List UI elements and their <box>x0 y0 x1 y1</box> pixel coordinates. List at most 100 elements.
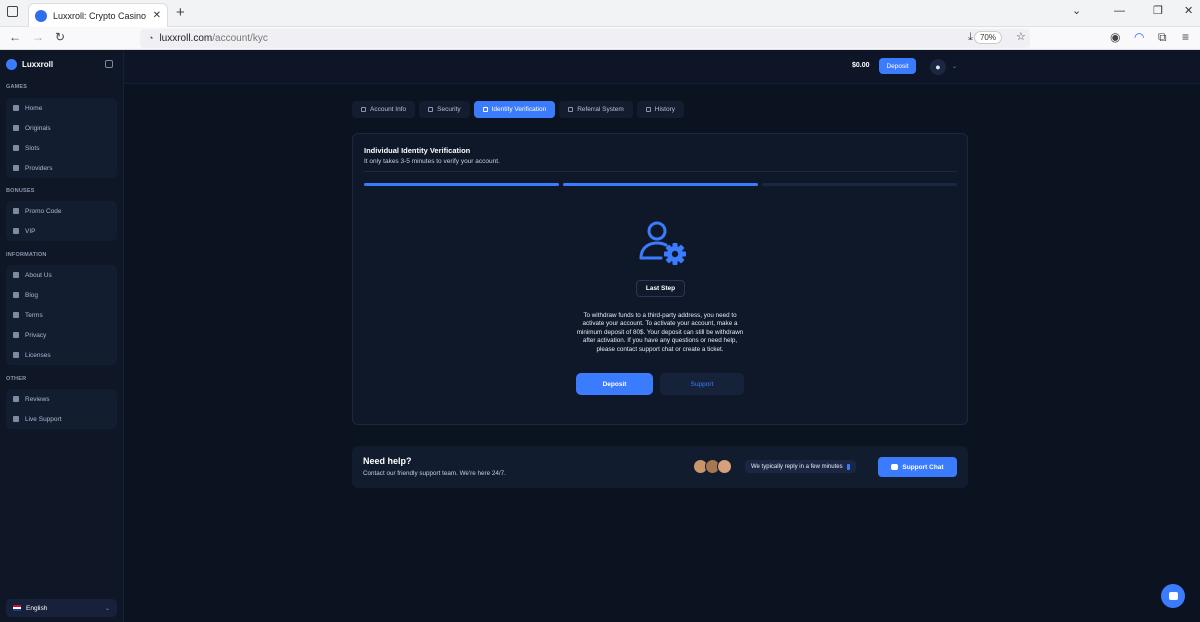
site-info-icon[interactable]: ◔ <box>148 34 153 43</box>
tab-account-info[interactable]: Account Info <box>352 101 416 118</box>
progress-steps <box>364 183 957 186</box>
tab-label: Account Info <box>370 106 407 113</box>
sidebar-item-reviews[interactable]: Reviews <box>6 389 117 409</box>
sidebar-item-label: Home <box>25 104 43 112</box>
crown-icon <box>13 228 19 234</box>
new-tab-icon[interactable]: + <box>176 5 185 20</box>
sidebar-item-label: Reviews <box>25 395 50 403</box>
sidebar-item-promo-code[interactable]: Promo Code <box>6 201 117 221</box>
menu-icon[interactable]: ≡ <box>1182 31 1189 43</box>
headset-icon <box>13 416 19 422</box>
support-avatars <box>693 459 732 474</box>
chevron-down-icon[interactable]: ⌄ <box>952 63 957 70</box>
back-icon[interactable]: ← <box>9 31 21 43</box>
sidebar-item-label: Slots <box>25 144 40 152</box>
user-settings-icon <box>639 221 686 265</box>
avatar[interactable]: ● <box>930 59 946 75</box>
zoom-indicator[interactable]: 70% <box>973 31 1002 44</box>
extension-icon[interactable]: ◠ <box>1134 31 1144 43</box>
flame-icon <box>13 125 19 131</box>
tab-label: Security <box>437 106 461 113</box>
section-label-games: GAMES <box>6 84 28 90</box>
sidebar-item-label: Terms <box>25 311 43 319</box>
header-deposit-button[interactable]: Deposit <box>879 58 916 74</box>
browser-tab[interactable]: Luxxroll: Crypto Casino Games ✕ <box>28 3 168 27</box>
forward-icon[interactable]: → <box>32 31 44 43</box>
sidebar-item-slots[interactable]: Slots <box>6 138 117 158</box>
sidebar-item-licenses[interactable]: Licenses <box>6 345 117 365</box>
sidebar-item-originals[interactable]: Originals <box>6 118 117 138</box>
sidebar-item-home[interactable]: Home <box>6 98 117 118</box>
bookmark-star-icon[interactable]: ☆ <box>1016 32 1026 43</box>
sidebar-item-label: VIP <box>25 227 36 235</box>
ticket-icon <box>13 208 19 214</box>
brand-name: Luxxroll <box>22 60 54 69</box>
live-chat-fab[interactable] <box>1161 584 1185 608</box>
download-icon[interactable]: ⤓ <box>968 32 973 43</box>
sidebar-group-information: About Us Blog Terms Privacy Licenses <box>6 265 117 365</box>
kyc-title: Individual Identity Verification <box>364 146 471 155</box>
tab-label: History <box>654 106 676 113</box>
minimize-icon[interactable]: — <box>1114 6 1125 17</box>
sidebar-item-privacy[interactable]: Privacy <box>6 325 117 345</box>
sidebar-item-label: Promo Code <box>25 207 62 215</box>
language-label: English <box>26 604 48 612</box>
deposit-button[interactable]: Deposit <box>576 373 653 395</box>
language-select[interactable]: English ⌄ <box>6 599 117 617</box>
sidebar-item-label: About Us <box>25 271 52 279</box>
sidebar-group-other: Reviews Live Support <box>6 389 117 429</box>
sidebar-item-label: Blog <box>25 291 39 299</box>
tab-label: Referral System <box>577 106 624 113</box>
kyc-subtitle: It only takes 3-5 minutes to verify your… <box>364 158 500 165</box>
chat-icon <box>13 396 19 402</box>
url-path: /account/kyc <box>212 33 268 44</box>
progress-step-2 <box>563 183 758 186</box>
tab-title: Luxxroll: Crypto Casino Games <box>53 10 147 21</box>
sidebar-item-vip[interactable]: VIP <box>6 221 117 241</box>
tab-history[interactable]: History <box>636 101 685 118</box>
tab-identity-verification[interactable]: Identity Verification <box>473 101 556 118</box>
close-window-icon[interactable]: ✕ <box>1184 6 1193 17</box>
tab-list-icon[interactable] <box>7 6 18 17</box>
support-chat-button[interactable]: Support Chat <box>878 457 957 477</box>
avatar <box>717 459 732 474</box>
divider <box>364 171 957 172</box>
balance: $0.00 <box>852 62 870 69</box>
sidebar-item-providers[interactable]: Providers <box>6 158 117 178</box>
browser-tab-bar: Luxxroll: Crypto Casino Games ✕ + ⌄ — ❐ … <box>0 0 1200 27</box>
tab-overflow-icon[interactable]: ⌄ <box>1072 6 1081 17</box>
sidebar-item-about-us[interactable]: About Us <box>6 265 117 285</box>
info-icon <box>13 272 19 278</box>
top-header: $0.00 Deposit ● ⌄ <box>124 50 1200 84</box>
tab-security[interactable]: Security <box>419 101 470 118</box>
support-button[interactable]: Support <box>660 373 744 395</box>
support-chat-label: Support Chat <box>902 463 944 471</box>
sidebar-item-label: Licenses <box>25 351 51 359</box>
shield-icon <box>428 107 434 112</box>
progress-step-1 <box>364 183 559 186</box>
account-icon[interactable]: ◉ <box>1110 31 1120 43</box>
lock-icon <box>13 332 19 338</box>
sidebar-item-label: Originals <box>25 124 51 132</box>
sidebar-item-label: Live Support <box>25 415 62 423</box>
help-title: Need help? <box>363 456 412 466</box>
close-tab-icon[interactable]: ✕ <box>153 10 161 21</box>
restore-icon[interactable]: ❐ <box>1153 6 1163 17</box>
address-bar[interactable]: ◔ luxxroll.com/account/kyc ⤓ 70% ☆ <box>140 29 1030 48</box>
tab-referral-system[interactable]: Referral System <box>559 101 633 118</box>
collapse-sidebar-icon[interactable] <box>105 60 113 68</box>
chat-icon <box>891 464 899 470</box>
sidebar-item-blog[interactable]: Blog <box>6 285 117 305</box>
reload-icon[interactable]: ↻ <box>55 31 65 43</box>
sidebar-item-live-support[interactable]: Live Support <box>6 409 117 429</box>
license-icon <box>13 352 19 358</box>
sidebar-item-label: Privacy <box>25 331 47 339</box>
browser-nav-bar: ← → ↻ ◔ luxxroll.com/account/kyc ⤓ 70% ☆… <box>0 27 1200 50</box>
chat-icon <box>1168 592 1178 600</box>
users-icon <box>568 107 574 112</box>
sidebar-item-terms[interactable]: Terms <box>6 305 117 325</box>
account-tabs: Account Info Security Identity Verificat… <box>352 101 685 118</box>
extensions-puzzle-icon[interactable]: ⧉ <box>1158 31 1167 43</box>
brand[interactable]: Luxxroll <box>6 59 53 70</box>
lightning-icon <box>846 463 850 470</box>
